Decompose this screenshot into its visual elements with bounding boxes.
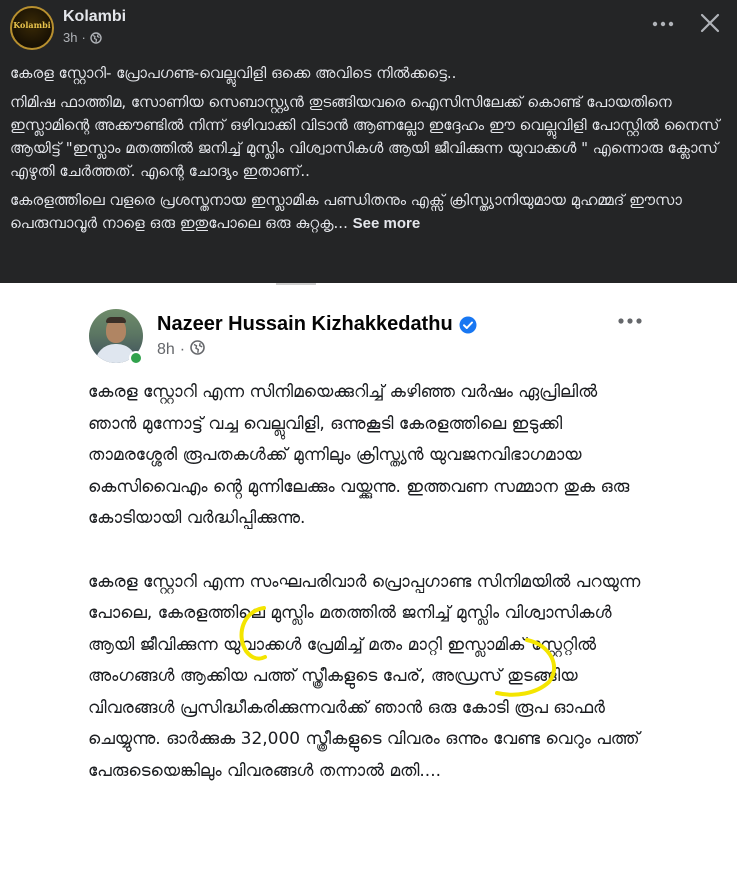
post-paragraph: നിമിഷ ഫാത്തിമ, സോണിയ സെബാസ്റ്റ്യൻ തുടങ്ങ… bbox=[10, 93, 720, 180]
post-time[interactable]: 3h bbox=[63, 30, 77, 45]
avatar-hair bbox=[106, 317, 126, 323]
shared-post-body: കേരള സ്റ്റോറി എന്ന സിനിമയെക്കുറിച്ച് കഴി… bbox=[88, 377, 648, 819]
shared-screenshot-image: Nazeer Hussain Kizhakkedathu 8h · കേരള സ… bbox=[0, 283, 737, 882]
author-meta: 8h · bbox=[157, 340, 205, 360]
post-paragraph: കേരള സ്റ്റോറി- പ്രോപഗണ്ട-വെല്ലുവിളി ഒക്ക… bbox=[10, 64, 457, 82]
more-icon bbox=[617, 311, 643, 331]
close-icon[interactable] bbox=[697, 10, 723, 36]
page-name[interactable]: Kolambi bbox=[63, 8, 126, 26]
globe-icon bbox=[90, 31, 102, 44]
post-body: കേരള സ്റ്റോറി- പ്രോപഗണ്ട-വെല്ലുവിളി ഒക്ക… bbox=[10, 62, 726, 235]
more-icon[interactable] bbox=[651, 12, 675, 36]
see-more-link[interactable]: See more bbox=[353, 215, 421, 232]
online-status-dot bbox=[129, 351, 143, 365]
author-name-row: Nazeer Hussain Kizhakkedathu bbox=[157, 313, 477, 336]
meta-separator: · bbox=[179, 341, 186, 358]
repost-card: Kolambi Kolambi 3h · കേരള സ്റ്റോറി- പ്രോ… bbox=[0, 0, 737, 283]
post-paragraph-text: കേരളത്തിലെ വളരെ പ്രശസ്തനായ ഇസ്ലാമിക പണ്ഡ… bbox=[10, 191, 682, 232]
verified-icon bbox=[459, 316, 477, 334]
crop-edge-line bbox=[276, 283, 316, 285]
post-header: Kolambi Kolambi 3h · bbox=[10, 6, 727, 52]
page-logo-text: Kolambi bbox=[13, 20, 51, 30]
author-name: Nazeer Hussain Kizhakkedathu bbox=[157, 313, 453, 335]
globe-icon bbox=[190, 340, 205, 360]
post-paragraph: കേരളത്തിലെ വളരെ പ്രശസ്തനായ ഇസ്ലാമിക പണ്ഡ… bbox=[10, 189, 726, 235]
post-meta: 3h · bbox=[63, 30, 102, 45]
meta-separator: · bbox=[81, 30, 86, 45]
shared-paragraph: കേരള സ്റ്റോറി എന്ന സംഘപരിവാർ പ്രൊപ്പഗാണ്… bbox=[88, 571, 641, 781]
shared-paragraph: കേരള സ്റ്റോറി എന്ന സിനിമയെക്കുറിച്ച് കഴി… bbox=[88, 382, 630, 528]
shared-post-time: 8h bbox=[157, 341, 175, 358]
page-avatar[interactable]: Kolambi bbox=[10, 6, 54, 50]
